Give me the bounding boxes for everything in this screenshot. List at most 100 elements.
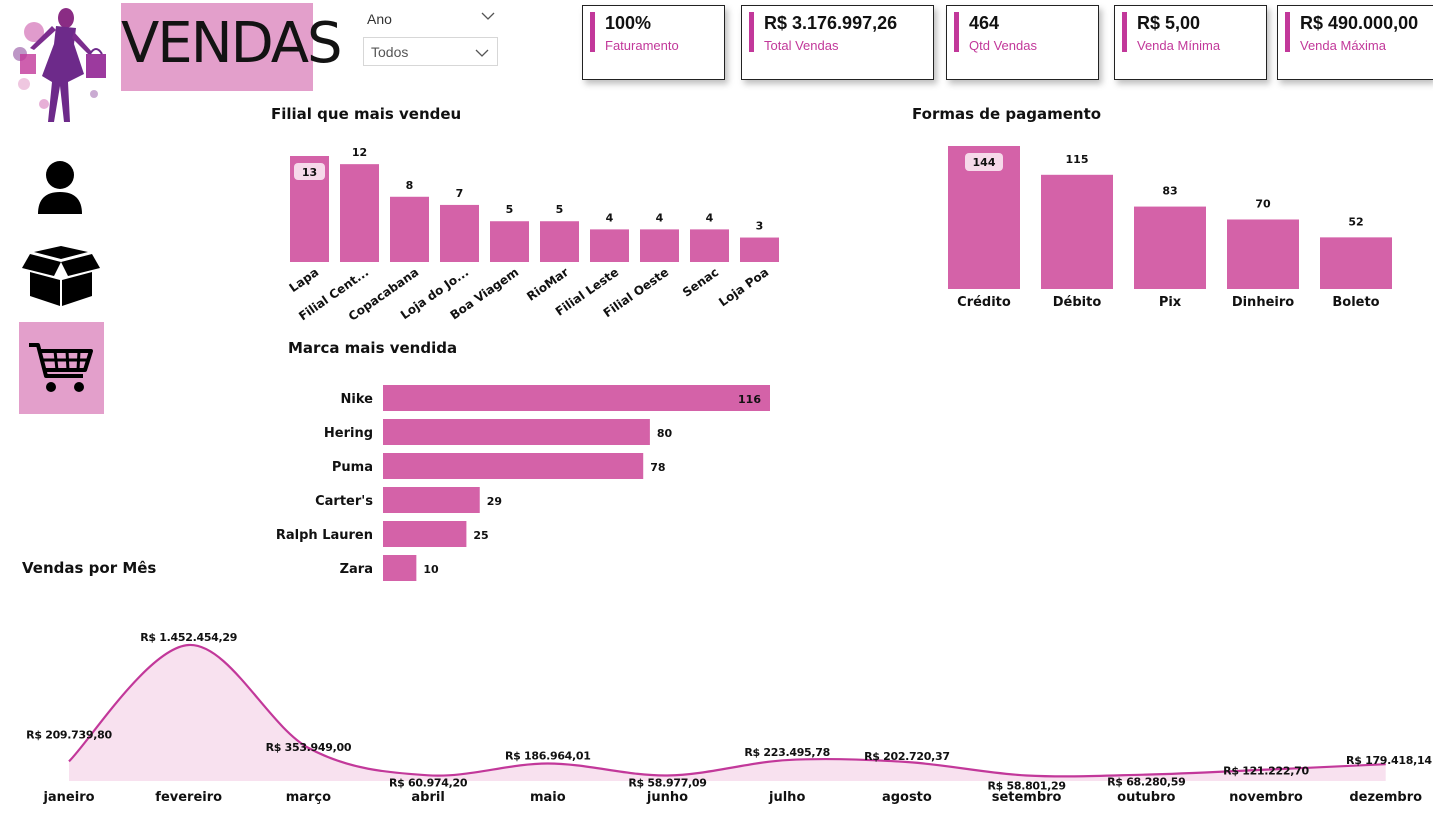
kpi-accent-bar bbox=[1122, 12, 1127, 52]
kpi-label: Total Vendas bbox=[764, 38, 839, 53]
data-label-mes: R$ 353.949,00 bbox=[266, 741, 352, 754]
tick-label-mes: julho bbox=[768, 790, 805, 805]
tick-label-mes: fevereiro bbox=[155, 790, 222, 805]
bar-marca bbox=[383, 419, 650, 445]
data-label-mes: R$ 186.964,01 bbox=[505, 749, 591, 762]
kpi-accent-bar bbox=[749, 12, 754, 52]
area-fill-mes bbox=[69, 644, 1386, 781]
bar-filial bbox=[490, 221, 529, 262]
box-icon[interactable] bbox=[22, 244, 100, 306]
data-label-filial: 12 bbox=[352, 146, 367, 159]
tick-label-marca: Carter's bbox=[315, 494, 373, 509]
tick-label-filial: Senac bbox=[680, 265, 721, 300]
tick-label-pagamento: Boleto bbox=[1332, 295, 1379, 310]
tick-label-mes: novembro bbox=[1229, 790, 1303, 805]
bar-filial bbox=[690, 229, 729, 262]
data-label-filial: 5 bbox=[506, 203, 514, 216]
data-label-marca: 10 bbox=[423, 563, 439, 576]
data-label-mes: R$ 121.222,70 bbox=[1223, 765, 1309, 778]
tick-label-pagamento: Débito bbox=[1053, 295, 1102, 310]
bar-filial bbox=[590, 229, 629, 262]
nav-cart-active[interactable] bbox=[19, 322, 104, 414]
data-label-marca: 25 bbox=[473, 529, 488, 542]
bar-pagamento bbox=[1041, 174, 1113, 289]
dashboard-title-box: VENDAS bbox=[121, 3, 343, 91]
chart-title-mes: Vendas por Mês bbox=[22, 559, 157, 577]
data-label-mes: R$ 209.739,80 bbox=[26, 728, 112, 741]
user-icon[interactable] bbox=[30, 158, 90, 216]
tick-label-marca: Nike bbox=[341, 392, 374, 407]
kpi-card-faturamento: 100% Faturamento bbox=[582, 5, 725, 80]
kpi-card-qtd-vendas: 464 Qtd Vendas bbox=[946, 5, 1099, 80]
data-label-pagamento: 52 bbox=[1348, 215, 1363, 228]
data-label-marca: 116 bbox=[738, 393, 761, 406]
data-label-mes: R$ 58.977,09 bbox=[628, 776, 706, 789]
bar-pagamento bbox=[1320, 237, 1392, 289]
tick-label-mes: dezembro bbox=[1349, 790, 1422, 805]
data-label-filial: 4 bbox=[656, 211, 664, 224]
bar-marca bbox=[383, 453, 644, 479]
bar-pagamento bbox=[1134, 206, 1206, 289]
tick-label-filial: Loja Poa bbox=[716, 265, 771, 309]
kpi-card-total-vendas: R$ 3.176.997,26 Total Vendas bbox=[741, 5, 934, 80]
tick-label-mes: agosto bbox=[882, 790, 932, 805]
tick-label-mes: março bbox=[286, 790, 331, 805]
kpi-accent-bar bbox=[954, 12, 959, 52]
chart-title-marca: Marca mais vendida bbox=[288, 339, 458, 357]
tick-label-pagamento: Dinheiro bbox=[1232, 295, 1294, 310]
kpi-card-venda-minima: R$ 5,00 Venda Mínima bbox=[1114, 5, 1267, 80]
chart-marca: Nike 116 Hering 80 Puma 78 Carter's 29 Ralph Lau… bbox=[276, 385, 770, 581]
tick-label-mes: maio bbox=[530, 790, 566, 805]
tick-label-filial: RioMar bbox=[524, 265, 571, 304]
kpi-accent-bar bbox=[590, 12, 595, 52]
tick-label-mes: setembro bbox=[992, 790, 1062, 805]
kpi-label: Faturamento bbox=[605, 38, 679, 53]
tick-label-pagamento: Pix bbox=[1159, 295, 1182, 310]
data-label-marca: 29 bbox=[487, 495, 502, 508]
chart-title-filial: Filial que mais vendeu bbox=[271, 105, 462, 123]
chart-pagamento: 144 Crédito 115 Débito 83 Pix 70 Dinheiro 52 Bole… bbox=[948, 146, 1392, 310]
data-label-filial: 5 bbox=[556, 203, 564, 216]
data-label-filial: 4 bbox=[706, 211, 714, 224]
data-label-mes: R$ 68.280,59 bbox=[1107, 776, 1185, 789]
tick-label-mes: janeiro bbox=[42, 790, 94, 805]
bar-filial bbox=[340, 164, 379, 262]
bar-marca bbox=[383, 487, 480, 513]
data-label-pagamento: 115 bbox=[1066, 153, 1089, 166]
tick-label-mes: outubro bbox=[1117, 790, 1175, 805]
data-label-mes: R$ 1.452.454,29 bbox=[140, 631, 237, 644]
year-filter-label: Ano bbox=[367, 11, 392, 27]
data-label-pagamento: 83 bbox=[1162, 185, 1177, 198]
chevron-down-icon[interactable] bbox=[481, 11, 495, 21]
data-label-mes: R$ 223.495,78 bbox=[744, 746, 830, 759]
kpi-value: R$ 490.000,00 bbox=[1300, 13, 1419, 33]
kpi-card-venda-maxima: R$ 490.000,00 Venda Máxima bbox=[1277, 5, 1433, 80]
kpi-label: Venda Mínima bbox=[1137, 38, 1221, 53]
kpi-label: Venda Máxima bbox=[1300, 38, 1386, 53]
bar-filial bbox=[390, 196, 429, 262]
data-label-filial: 3 bbox=[756, 220, 764, 233]
data-label-filial: 4 bbox=[606, 211, 614, 224]
tick-label-marca: Zara bbox=[340, 562, 373, 577]
chart-filial: 13Lapa12Filial Cent...8Copacabana7Loja d… bbox=[287, 146, 779, 324]
kpi-value: 100% bbox=[605, 13, 652, 33]
tick-label-marca: Ralph Lauren bbox=[276, 528, 373, 543]
data-label-filial: 8 bbox=[406, 179, 414, 192]
data-label-pagamento: 144 bbox=[973, 156, 996, 169]
bar-filial bbox=[640, 229, 679, 262]
kpi-label: Qtd Vendas bbox=[969, 38, 1037, 53]
tick-label-mes: junho bbox=[646, 790, 688, 805]
data-label-filial: 13 bbox=[302, 166, 317, 179]
dashboard-title: VENDAS bbox=[121, 11, 343, 76]
tick-label-filial: Lapa bbox=[287, 265, 322, 295]
kpi-value: 464 bbox=[969, 13, 1000, 33]
bar-filial bbox=[440, 204, 479, 262]
year-filter-select[interactable]: Todos bbox=[363, 37, 498, 66]
tick-label-marca: Puma bbox=[332, 460, 373, 475]
chart-mes: R$ 209.739,80 janeiro R$ 1.452.454,29 fever… bbox=[26, 631, 1432, 805]
bar-marca bbox=[383, 385, 770, 411]
data-label-marca: 78 bbox=[650, 461, 665, 474]
kpi-value: R$ 5,00 bbox=[1137, 13, 1201, 33]
bar-filial bbox=[740, 237, 779, 262]
data-label-mes: R$ 60.974,20 bbox=[389, 776, 468, 789]
